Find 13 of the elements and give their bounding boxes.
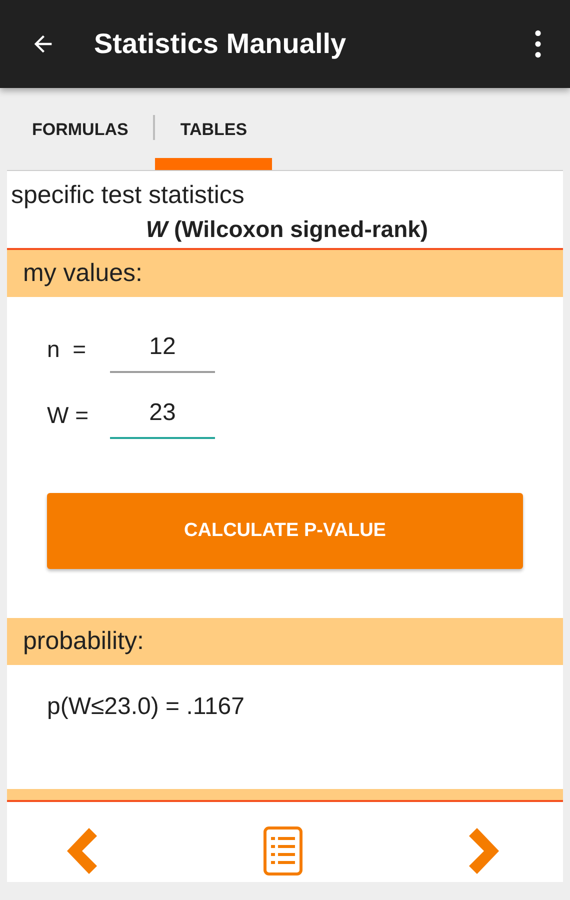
previous-icon[interactable]	[65, 826, 99, 876]
field-label: n =	[47, 336, 88, 362]
section-header: my values:	[7, 250, 563, 297]
app-title: Statistics Manually	[94, 28, 348, 60]
next-icon[interactable]	[467, 826, 501, 876]
list-icon[interactable]	[263, 826, 303, 876]
test-name: W (Wilcoxon signed-rank)	[144, 216, 430, 243]
section-header: probability:	[7, 618, 563, 665]
section-title: specific test statistics	[11, 181, 246, 210]
field-label: W =	[47, 402, 90, 428]
tab[interactable]: FORMULAS	[7, 88, 154, 170]
result-text: p(W≤23.0) = .1167	[46, 692, 246, 721]
more-options-icon[interactable]	[534, 30, 542, 58]
